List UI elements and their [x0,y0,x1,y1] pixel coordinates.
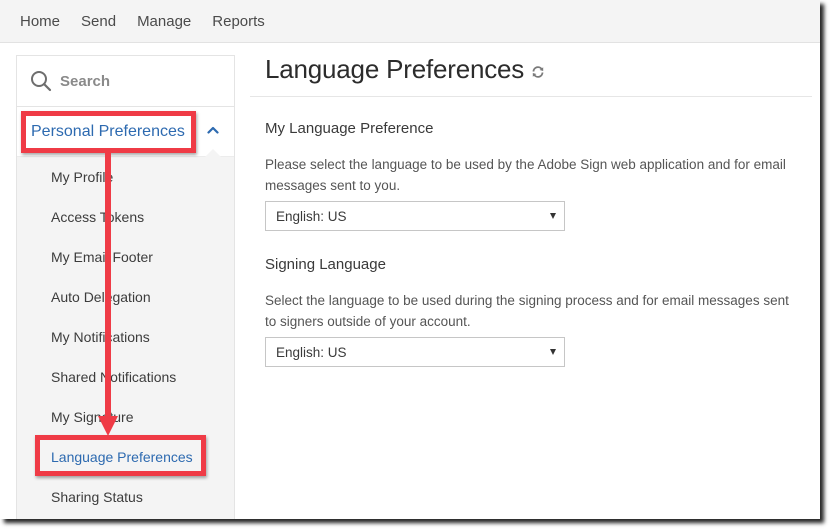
sidebar-item-auto-delegation[interactable]: Auto Delegation [17,277,234,317]
nav-home[interactable]: Home [20,13,60,30]
signing-language-title: Signing Language [265,256,386,273]
search-placeholder[interactable]: Search [60,73,110,90]
sidebar-search[interactable]: Search [17,56,234,107]
nav-manage[interactable]: Manage [137,13,191,30]
page-header: Language Preferences [250,43,812,97]
search-icon [31,71,52,92]
dropdown-arrow-icon [550,213,556,219]
refresh-icon[interactable] [531,65,545,79]
sidebar-item-my-profile[interactable]: My Profile [17,157,234,197]
signing-language-description: Select the language to be used during th… [265,293,789,329]
top-navigation: Home Send Manage Reports [0,0,820,43]
sidebar-item-my-notifications[interactable]: My Notifications [17,317,234,357]
sidebar-item-my-email-footer[interactable]: My Email Footer [17,237,234,277]
annotation-highlight-personal-preferences [21,111,196,153]
sidebar-item-my-signature[interactable]: My Signature [17,397,234,437]
signing-language-select[interactable]: English: US [265,337,565,367]
nav-send[interactable]: Send [81,13,116,30]
sidebar-item-access-tokens[interactable]: Access Tokens [17,197,234,237]
my-language-preference-description: Please select the language to be used by… [265,157,786,193]
chevron-up-icon[interactable] [207,126,219,134]
my-language-preference-title: My Language Preference [265,120,434,137]
app-window: Home Send Manage Reports Search Personal… [0,0,820,519]
sidebar-item-shared-notifications[interactable]: Shared Notifications [17,357,234,397]
signing-language-selected-value: English: US [276,344,347,360]
dropdown-arrow-icon [550,349,556,355]
my-language-select[interactable]: English: US [265,201,565,231]
nav-reports[interactable]: Reports [212,13,265,30]
signing-language-section: Signing Language Select the language to … [250,231,812,367]
page-title: Language Preferences [265,54,525,84]
my-language-preference-section: My Language Preference Please select the… [250,97,812,231]
main-content: Language Preferences My Language Prefere… [250,43,812,367]
annotation-highlight-language-preferences [35,435,206,476]
my-language-selected-value: English: US [276,208,347,224]
sidebar-item-sharing-status[interactable]: Sharing Status [17,477,234,517]
active-section-notch [205,149,221,157]
